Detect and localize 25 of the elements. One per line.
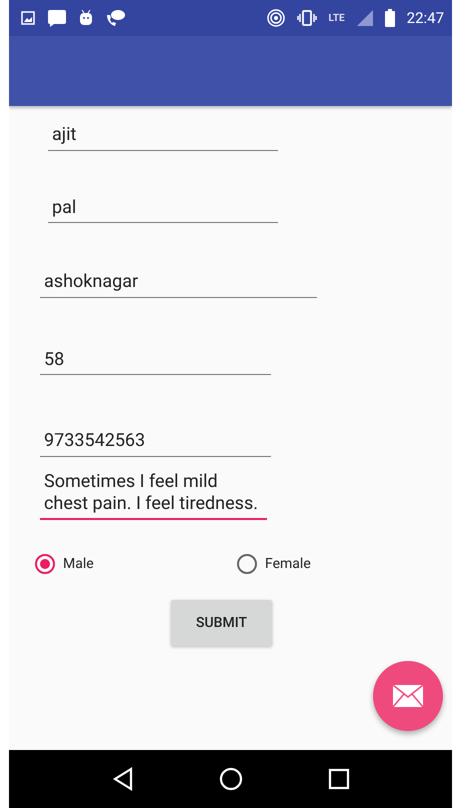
clock: 22:47 xyxy=(406,9,444,27)
text-field[interactable]: ajit xyxy=(48,124,278,151)
signal-icon xyxy=(356,10,373,26)
text-field[interactable]: pal xyxy=(48,196,278,224)
text-field[interactable]: Sometimes I feel mild chest pain. I feel tiredness. xyxy=(40,470,267,520)
radio-label: Male xyxy=(63,556,94,572)
floating-action-button[interactable] xyxy=(373,661,443,731)
radio-option[interactable]: Male xyxy=(35,554,237,574)
picture-icon xyxy=(21,11,35,25)
radio-label: Female xyxy=(265,556,311,572)
radio-button[interactable] xyxy=(237,554,257,574)
android-icon xyxy=(79,10,93,26)
chat-bubble-icon xyxy=(47,8,67,28)
text-field[interactable]: 58 xyxy=(40,348,271,376)
text-field[interactable]: 9733542563 xyxy=(40,430,271,457)
phone-chat-icon xyxy=(105,9,125,27)
battery-icon xyxy=(384,9,395,27)
vibrate-icon xyxy=(296,10,317,26)
radio-button[interactable] xyxy=(35,554,55,574)
text-field[interactable]: ashoknagar xyxy=(40,271,317,298)
radio-option[interactable]: Female xyxy=(237,554,439,574)
submit-button[interactable]: SUBMIT xyxy=(171,600,272,646)
hotspot-icon xyxy=(266,9,285,27)
network-label: LTE xyxy=(328,12,345,24)
mail-icon xyxy=(393,685,423,707)
